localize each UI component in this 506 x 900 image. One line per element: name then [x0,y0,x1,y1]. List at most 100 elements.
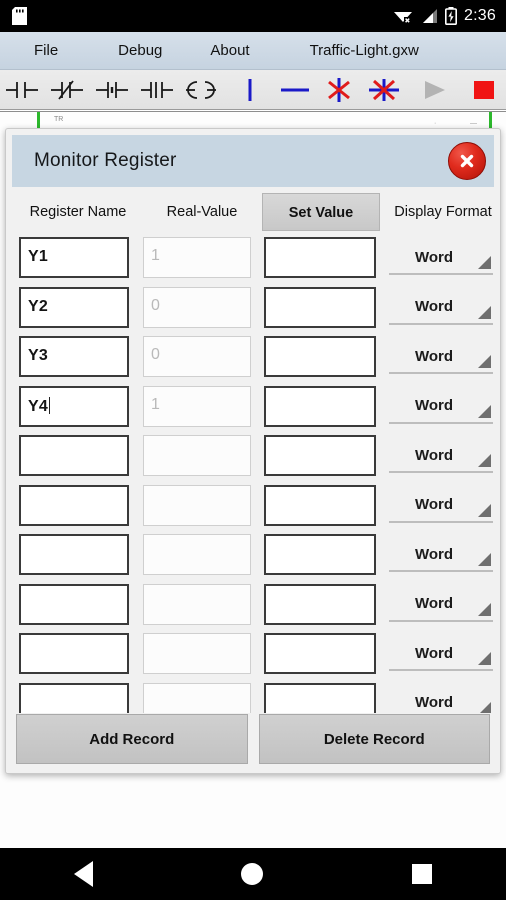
contact-rising-icon[interactable] [89,71,134,109]
display-format-value: Word [414,595,454,612]
set-value-text [266,437,374,446]
register-name-value [21,635,127,644]
set-value-text [266,536,374,545]
display-format-dropdown[interactable]: Word [389,538,493,572]
table-row: Y1 1 Word [6,233,500,283]
display-format-dropdown[interactable]: Word [389,390,493,424]
back-triangle-icon[interactable] [74,861,94,887]
display-format-dropdown[interactable]: Word [389,687,493,713]
recents-square-icon[interactable] [411,864,432,884]
register-name-value [21,487,127,496]
contact-nc-icon[interactable] [45,71,90,109]
display-format-dropdown[interactable]: Word [389,588,493,622]
status-bar-right-icons: 2:36 [393,7,496,25]
set-value-text [266,487,374,496]
chevron-down-icon [478,652,491,665]
real-value-field [143,435,251,476]
delete-record-button[interactable]: Delete Record [258,714,490,764]
register-name-input[interactable]: Y2 [19,286,129,328]
vertical-line-icon[interactable] [228,71,273,109]
table-row: Word [6,580,500,630]
set-value-input[interactable] [264,534,376,575]
set-value-input[interactable] [264,286,376,328]
real-value-text: 0 [151,346,161,363]
status-bar-left-icons [12,7,27,25]
delete-horizontal-icon[interactable] [362,71,407,109]
display-format-dropdown[interactable]: Word [389,489,493,523]
run-icon[interactable] [413,71,458,109]
menu-debug[interactable]: Debug [110,42,170,59]
display-format-dropdown[interactable]: Word [389,241,493,275]
real-value-field: 0 [143,286,251,328]
set-value-text [266,388,374,397]
column-header-set-value[interactable]: Set Value [262,193,380,231]
column-header-real-value: Real-Value [166,204,238,220]
display-format-dropdown[interactable]: Word [389,637,493,671]
chevron-down-icon [478,553,491,566]
register-name-input[interactable] [19,534,129,575]
real-value-text [144,486,250,495]
register-name-input[interactable]: Y4 [19,385,129,427]
register-name-value: Y3 [28,347,48,364]
register-name-value [21,536,127,545]
add-record-button[interactable]: Add Record [16,714,248,764]
chevron-down-icon [478,404,491,418]
register-name-value [21,586,127,595]
menu-about[interactable]: About [202,42,257,59]
close-icon[interactable] [448,142,486,180]
table-row: Word [6,431,500,481]
register-name-value [21,685,127,694]
chevron-down-icon [478,503,491,517]
table-row: Y3 0 Word [6,332,500,382]
document-title: Traffic-Light.gxw [309,42,419,59]
table-row: Y4 1 Word [6,382,500,432]
display-format-dropdown[interactable]: Word [389,291,493,325]
text-caret [48,396,50,414]
ladder-row-marker: TR [54,116,64,123]
set-value-input[interactable] [264,336,376,377]
horizontal-line-icon[interactable] [272,71,317,109]
register-name-value: Y1 [28,248,48,265]
register-name-input[interactable] [19,484,129,526]
table-row: Word [6,629,500,679]
set-value-input[interactable] [264,583,376,625]
set-value-input[interactable] [264,435,376,476]
set-value-text [266,685,374,694]
display-format-value: Word [414,545,454,563]
android-status-bar: 2:36 [0,0,506,32]
display-format-dropdown[interactable]: Word [389,439,493,473]
set-value-input[interactable] [264,385,376,427]
table-row: Word [6,530,500,580]
status-bar-clock: 2:36 [464,7,496,24]
set-value-input[interactable] [264,633,376,674]
set-value-input[interactable] [264,484,376,526]
stop-icon[interactable] [461,71,506,109]
home-circle-icon[interactable] [241,863,264,885]
coil-icon[interactable] [179,71,224,109]
register-name-input[interactable] [19,682,129,713]
sd-card-icon [12,7,27,25]
table-row: Word [6,679,500,713]
register-name-input[interactable] [19,435,129,476]
menu-file[interactable]: File [26,42,66,59]
register-name-value: Y4 [28,396,50,415]
register-name-input[interactable] [19,633,129,674]
real-value-field: 1 [143,385,251,427]
contact-no-icon[interactable] [0,71,45,109]
display-format-dropdown[interactable]: Word [389,340,493,374]
real-value-field [143,484,251,526]
real-value-text: 1 [151,247,161,264]
set-value-text [266,289,374,298]
delete-vertical-icon[interactable] [317,71,362,109]
register-name-input[interactable]: Y1 [19,237,129,278]
table-row: Y2 0 Word [6,283,500,333]
real-value-field [143,682,251,713]
register-name-input[interactable] [19,583,129,625]
dialog-action-bar: Add Record Delete Record [6,713,500,773]
set-value-input[interactable] [264,237,376,278]
set-value-input[interactable] [264,682,376,713]
set-value-text [266,635,374,644]
register-name-input[interactable]: Y3 [19,336,129,377]
display-format-value: Word [414,248,454,266]
contact-falling-icon[interactable] [134,71,179,109]
